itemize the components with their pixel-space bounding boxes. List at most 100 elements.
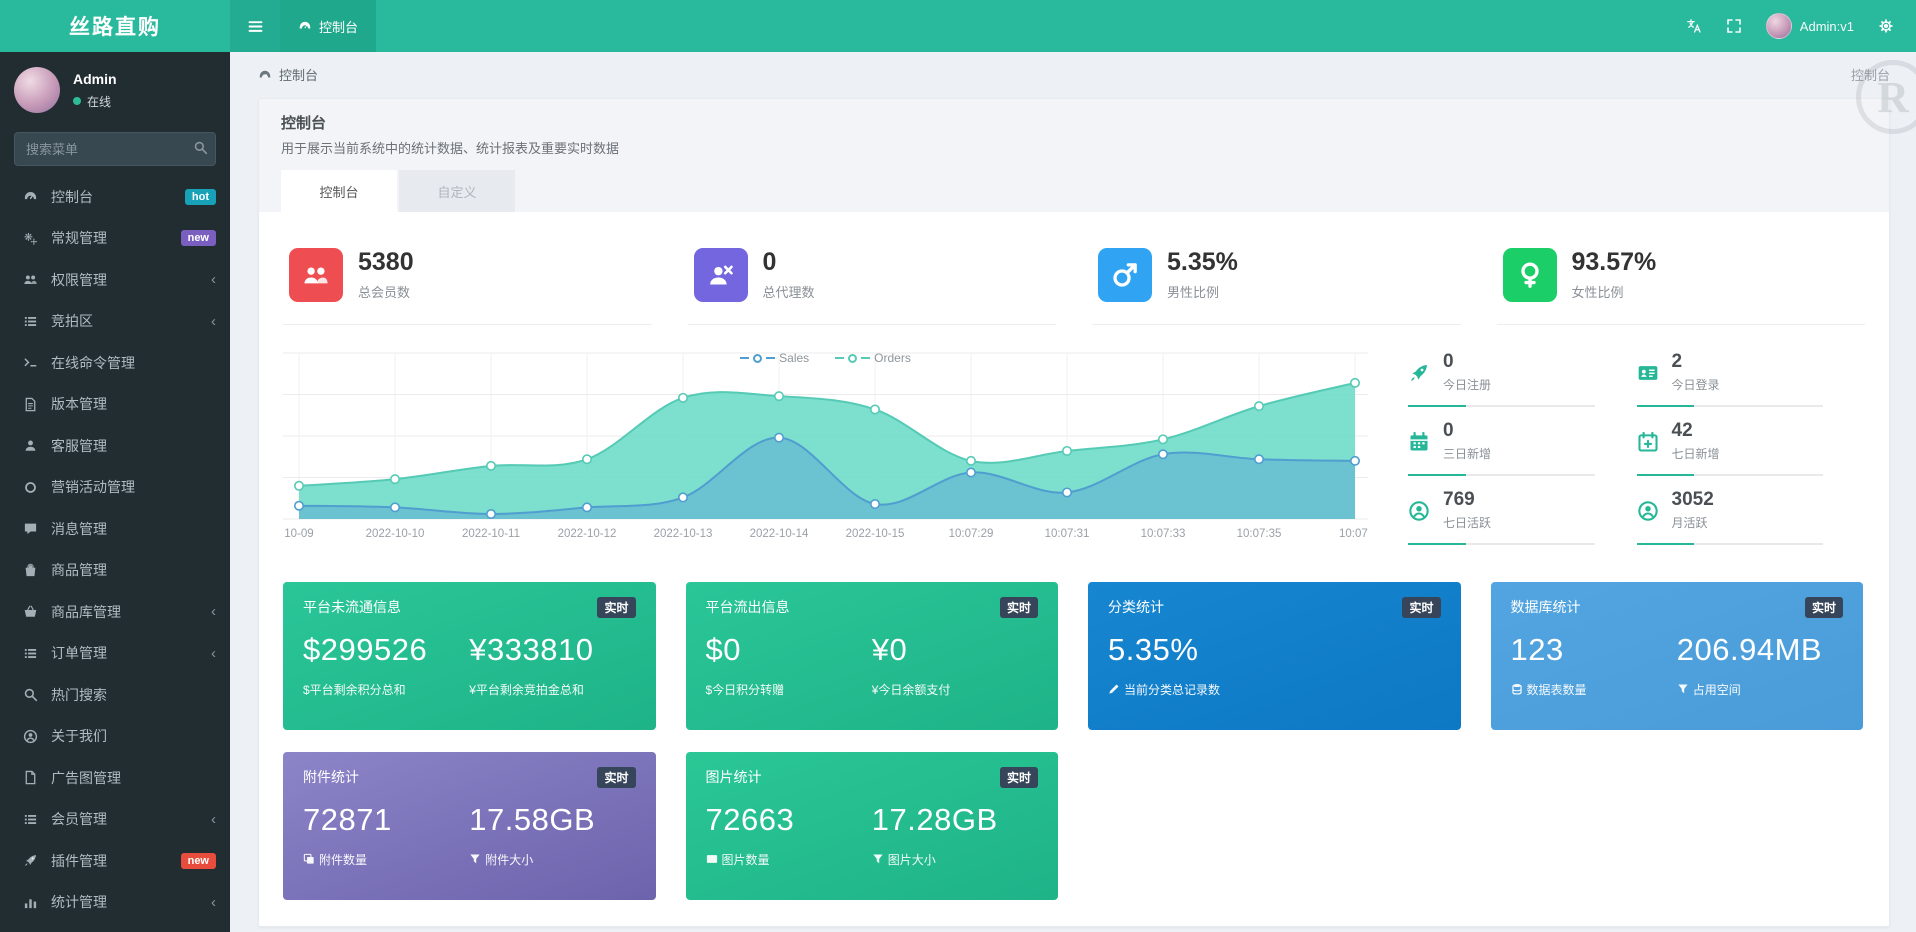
card-value: 123 — [1511, 632, 1677, 668]
sidebar-item-3[interactable]: 竞拍区‹ — [0, 301, 230, 343]
svg-text:10-09: 10-09 — [284, 528, 313, 540]
info-card-3: 数据库统计实时123数据表数量206.94MB占用空间 — [1491, 582, 1864, 730]
svg-text:2022-10-15: 2022-10-15 — [846, 528, 905, 540]
mini-stat-0: 0 今日注册 — [1408, 351, 1637, 407]
card-value: $299526 — [303, 632, 469, 668]
sidebar-item-1[interactable]: 常规管理new — [0, 218, 230, 260]
sidebar-item-label: 权限管理 — [51, 270, 211, 290]
svg-text:10:07:31: 10:07:31 — [1045, 528, 1090, 540]
sidebar-menu: 控制台hot常规管理new权限管理‹竞拍区‹在线命令管理版本管理客服管理营销活动… — [0, 176, 230, 923]
mini-stat-value: 0 — [1443, 351, 1491, 373]
app-logo[interactable]: 丝路直购 — [0, 0, 230, 52]
mini-stat-progress — [1408, 405, 1595, 407]
sidebar-item-17[interactable]: 统计管理‹ — [0, 882, 230, 924]
sidebar-item-13[interactable]: 关于我们 — [0, 716, 230, 758]
card-value: 206.94MB — [1677, 632, 1843, 668]
svg-text:2022-10-11: 2022-10-11 — [462, 528, 520, 540]
stat-cell-1: 0总代理数 — [688, 236, 1057, 325]
sidebar-item-label: 常规管理 — [51, 228, 181, 248]
svg-text:2022-10-12: 2022-10-12 — [558, 528, 617, 540]
sidebar-item-11[interactable]: 订单管理‹ — [0, 633, 230, 675]
user-circle-icon — [1408, 492, 1430, 531]
sidebar-item-label: 商品管理 — [51, 560, 216, 580]
funnel-icon — [872, 853, 884, 865]
card-sub-label: 图片大小 — [872, 851, 1038, 868]
sidebar-item-5[interactable]: 版本管理 — [0, 384, 230, 426]
app-header: 丝路直购 控制台 Admin:v1 — [0, 0, 1916, 52]
translate-button[interactable] — [1686, 18, 1702, 34]
calendar-icon — [1408, 423, 1430, 462]
mini-stat-label: 三日新增 — [1443, 445, 1491, 462]
top-nav-tab-label: 控制台 — [319, 17, 358, 36]
realtime-badge: 实时 — [1000, 597, 1038, 618]
sidebar-item-0[interactable]: 控制台hot — [0, 176, 230, 218]
card-value: 72663 — [706, 802, 872, 838]
sidebar-item-16[interactable]: 插件管理new — [0, 840, 230, 882]
user-label: Admin:v1 — [1800, 19, 1854, 34]
legend-item-orders[interactable]: Orders — [835, 351, 911, 365]
sidebar-item-2[interactable]: 权限管理‹ — [0, 259, 230, 301]
realtime-badge: 实时 — [1402, 597, 1440, 618]
sidebar-item-4[interactable]: 在线命令管理 — [0, 342, 230, 384]
card-value: ¥0 — [872, 632, 1038, 668]
card-sub-label: 附件大小 — [469, 851, 635, 868]
tab-1[interactable]: 自定义 — [399, 170, 515, 212]
stat-cell-3: 93.57% 女性比例 — [1497, 236, 1866, 325]
tab-0[interactable]: 控制台 — [281, 170, 397, 212]
stat-value: 93.57% — [1572, 249, 1657, 277]
sidebar-item-14[interactable]: 广告图管理 — [0, 757, 230, 799]
mini-stat-progress — [1637, 405, 1824, 407]
gauge-icon — [18, 189, 42, 204]
file-icon — [18, 770, 42, 785]
svg-text:2022-10-10: 2022-10-10 — [366, 528, 425, 540]
sidebar-item-label: 消息管理 — [51, 519, 216, 539]
list-icon — [18, 646, 42, 661]
list-icon — [18, 314, 42, 329]
sidebar-item-label: 控制台 — [51, 187, 185, 207]
card-title: 数据库统计 — [1511, 597, 1581, 617]
image-icon — [706, 853, 718, 865]
chart-legend: Sales Orders — [283, 351, 1368, 365]
card-sub-label: 数据表数量 — [1511, 681, 1677, 698]
sidebar-item-label: 营销活动管理 — [51, 477, 216, 497]
fullscreen-button[interactable] — [1726, 18, 1742, 34]
top-nav-tab-dashboard[interactable]: 控制台 — [280, 0, 376, 52]
mini-stat-value: 2 — [1672, 351, 1720, 373]
sidebar-item-15[interactable]: 会员管理‹ — [0, 799, 230, 841]
chevron-left-icon: ‹ — [211, 314, 216, 329]
sidebar-item-7[interactable]: 营销活动管理 — [0, 467, 230, 509]
search-icon[interactable] — [193, 140, 208, 155]
area-chart-svg: 10-09 2022-10-10 2022-10-11 2022-10-12 2022-… — [283, 347, 1368, 543]
comment-icon — [18, 521, 42, 536]
legend-item-sales[interactable]: Sales — [740, 351, 809, 365]
sidebar-toggle-button[interactable] — [230, 0, 280, 52]
chevron-left-icon: ‹ — [211, 812, 216, 827]
card-title: 分类统计 — [1108, 597, 1164, 617]
card-sub-label: 当前分类总记录数 — [1108, 681, 1441, 698]
sidebar-item-10[interactable]: 商品库管理‹ — [0, 591, 230, 633]
mini-stat-progress — [1637, 474, 1824, 476]
stat-label: 女性比例 — [1572, 282, 1657, 301]
sidebar-item-label: 关于我们 — [51, 726, 216, 746]
pen-icon — [1108, 683, 1120, 695]
settings-button[interactable] — [1878, 18, 1894, 34]
search-input[interactable] — [14, 132, 216, 166]
stat-label: 总代理数 — [763, 282, 815, 301]
card-sub-label: ¥平台剩余竞拍金总和 — [469, 681, 635, 698]
breadcrumb-home-link[interactable]: 控制台 — [258, 65, 318, 84]
user-menu[interactable]: Admin:v1 — [1766, 13, 1854, 39]
sidebar-item-6[interactable]: 客服管理 — [0, 425, 230, 467]
mini-stat-value: 3052 — [1672, 489, 1714, 511]
svg-text:10:07:35: 10:07:35 — [1237, 528, 1282, 540]
sidebar-item-9[interactable]: 商品管理 — [0, 550, 230, 592]
avatar[interactable] — [14, 67, 60, 113]
male-icon — [1098, 248, 1152, 302]
card-title: 图片统计 — [706, 767, 762, 787]
rocket-icon — [18, 853, 42, 868]
sidebar-item-label: 热门搜索 — [51, 685, 216, 705]
sidebar-item-12[interactable]: 热门搜索 — [0, 674, 230, 716]
sidebar-item-8[interactable]: 消息管理 — [0, 508, 230, 550]
card-title: 附件统计 — [303, 767, 359, 787]
mini-stat-label: 今日注册 — [1443, 376, 1491, 393]
database-icon — [1511, 683, 1523, 695]
